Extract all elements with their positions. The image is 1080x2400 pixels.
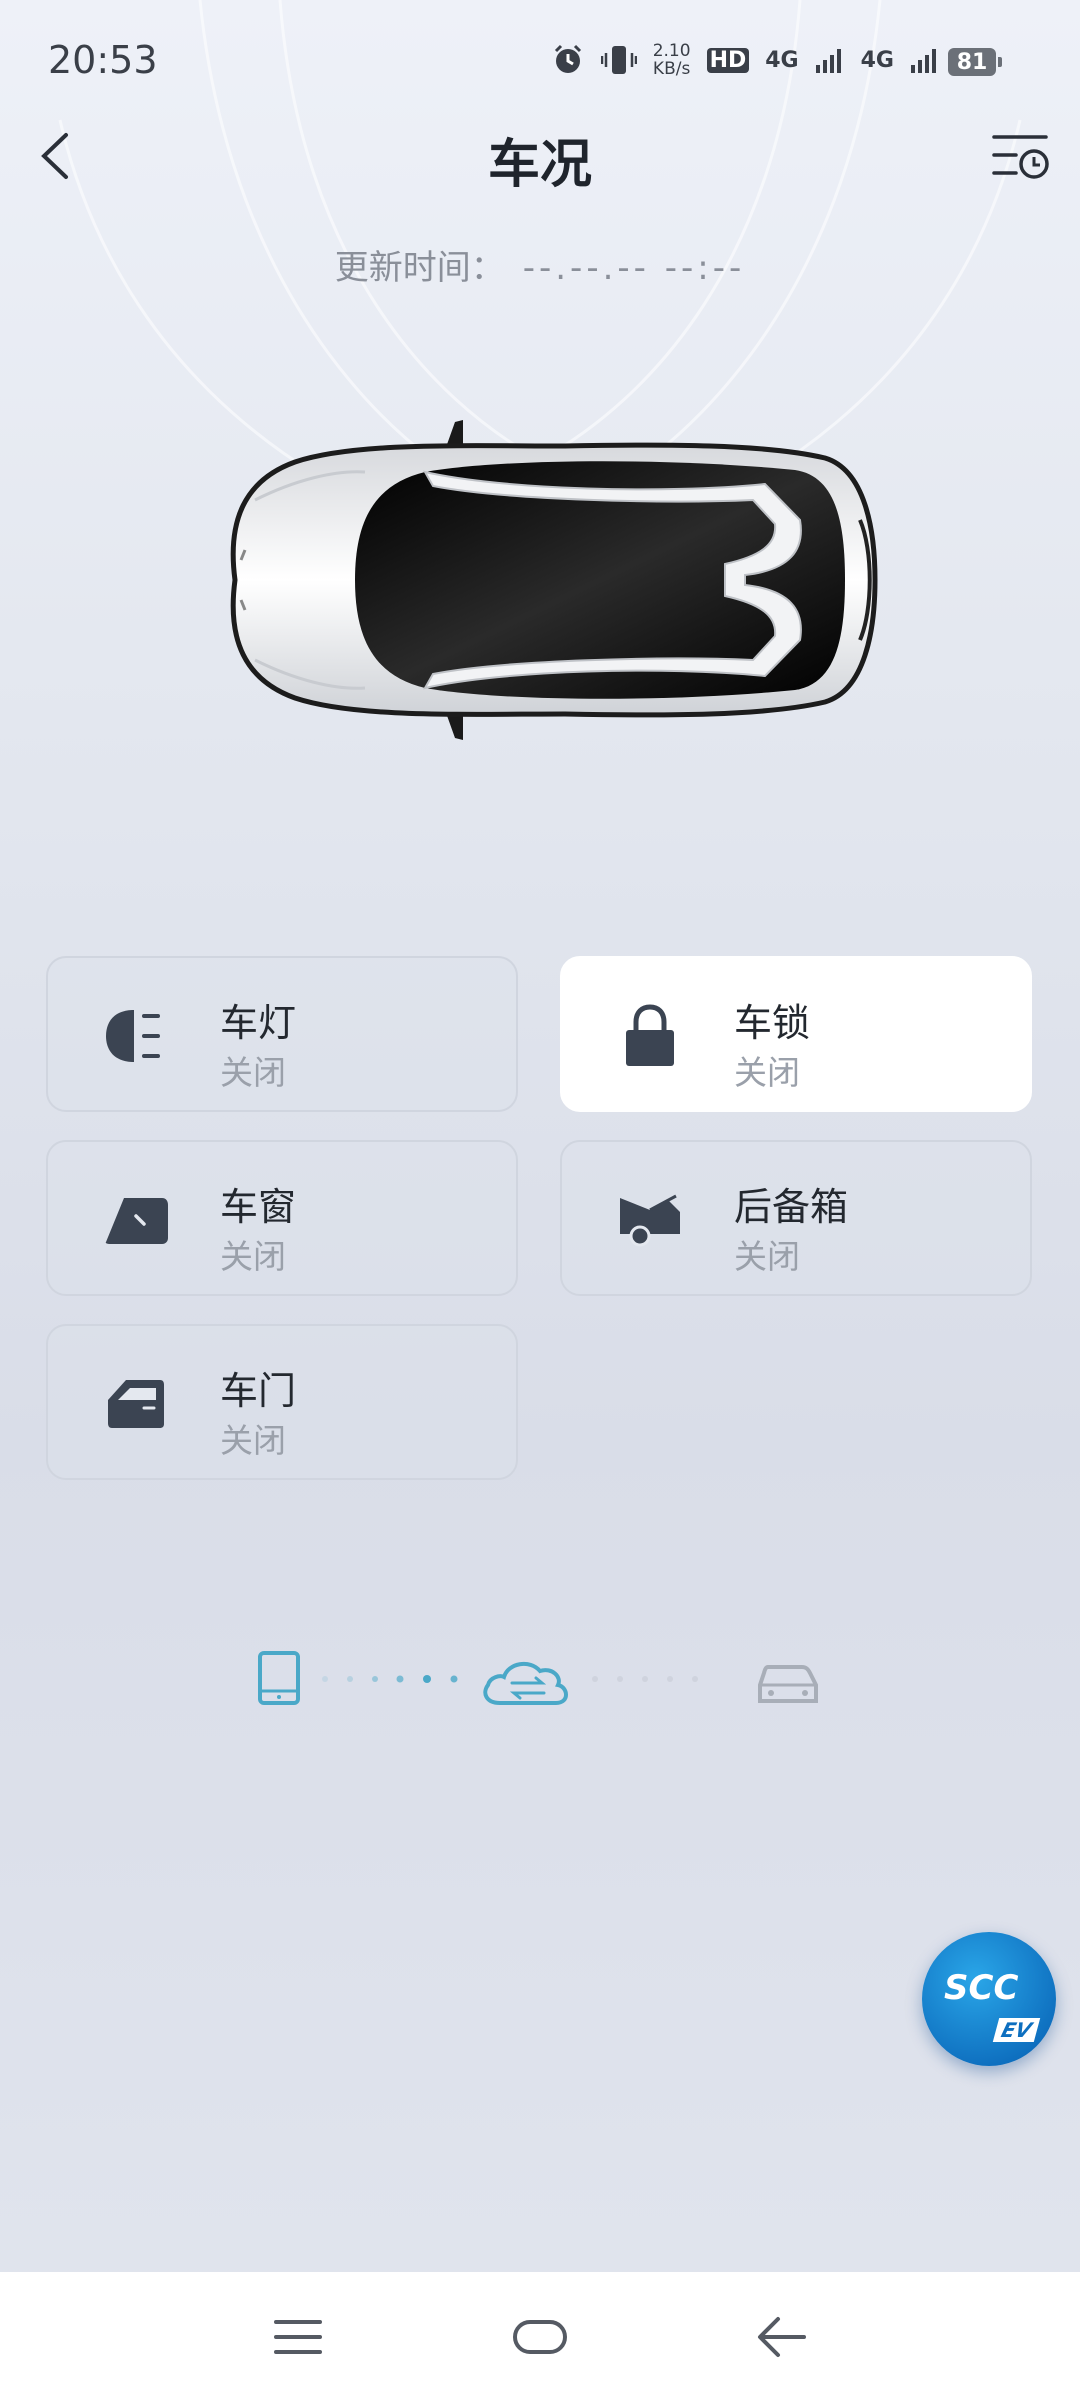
tile-trunk-state: 关闭 (734, 1237, 800, 1276)
phone-icon (258, 1651, 300, 1705)
tile-windows[interactable]: 车窗 关闭 (46, 1140, 518, 1296)
tile-lights[interactable]: 车灯 关闭 (46, 956, 518, 1112)
lock-icon (614, 1000, 686, 1072)
update-time-value: --.--.-- --:-- (522, 248, 746, 288)
status-icons: 2.10 KB/s HD 4G 4G (551, 42, 940, 78)
signal-icon-2 (911, 49, 936, 73)
connection-dots-left (322, 1675, 458, 1683)
network-type-2: 4G (860, 47, 894, 73)
status-bar: 20:53 2.10 KB/s HD 4G 4G 81 (0, 0, 1080, 120)
tile-trunk-name: 后备箱 (734, 1185, 849, 1229)
update-time-label: 更新时间： (334, 248, 505, 288)
history-button[interactable] (986, 124, 1058, 188)
nav-home-button[interactable] (500, 2302, 580, 2372)
status-time: 20:53 (48, 38, 158, 82)
alarm-icon (554, 44, 581, 73)
list-clock-icon (992, 135, 1049, 179)
cloud-sync-icon (483, 1661, 568, 1705)
nav-menu-button[interactable] (258, 2302, 338, 2372)
network-type-1: 4G (765, 47, 799, 73)
update-time-row: 更新时间： --.--.-- --:-- (0, 240, 1080, 289)
home-icon (513, 2320, 567, 2354)
scc-label: SCC (944, 1968, 1019, 2008)
menu-icon (274, 2320, 322, 2354)
ev-badge: EV (992, 2018, 1041, 2042)
nav-back-button[interactable] (742, 2302, 822, 2372)
scc-ev-button[interactable]: SCC EV (922, 1932, 1056, 2066)
trunk-icon (614, 1184, 686, 1256)
tile-trunk[interactable]: 后备箱 关闭 (560, 1140, 1032, 1296)
signal-icon (815, 49, 841, 73)
tile-windows-name: 车窗 (220, 1185, 297, 1229)
tile-lights-state: 关闭 (220, 1053, 286, 1092)
network-speed: 2.10 KB/s (652, 41, 691, 79)
connection-dots-right (592, 1676, 698, 1682)
back-arrow-icon (758, 2317, 806, 2357)
headlight-icon (100, 1000, 172, 1072)
tile-lock[interactable]: 车锁 关闭 (560, 956, 1032, 1112)
vibrate-icon (600, 46, 637, 74)
battery-indicator: 81 (948, 48, 1002, 76)
tile-lock-name: 车锁 (734, 1001, 811, 1045)
connection-status (258, 1651, 818, 1705)
tile-doors[interactable]: 车门 关闭 (46, 1324, 518, 1480)
tile-lights-name: 车灯 (220, 1001, 297, 1045)
car-image (230, 420, 878, 740)
system-nav-bar (0, 2272, 1080, 2400)
window-icon (100, 1184, 172, 1256)
tile-doors-name: 车门 (220, 1369, 297, 1413)
car-icon (758, 1665, 818, 1703)
page-title: 车况 (487, 135, 592, 195)
tile-lock-state: 关闭 (734, 1053, 800, 1092)
door-icon (100, 1368, 172, 1440)
tile-doors-state: 关闭 (220, 1421, 286, 1460)
hd-label: HD (706, 47, 750, 73)
tile-windows-state: 关闭 (220, 1237, 286, 1276)
